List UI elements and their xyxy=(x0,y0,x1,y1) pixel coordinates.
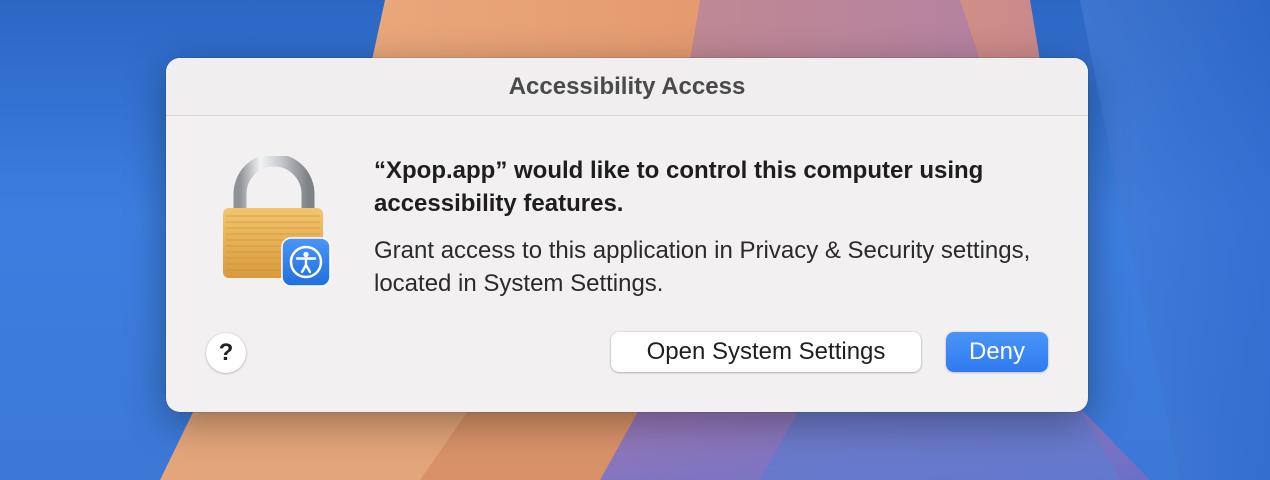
open-system-settings-button[interactable]: Open System Settings xyxy=(611,332,921,372)
help-button[interactable]: ? xyxy=(206,333,246,373)
help-icon: ? xyxy=(218,339,234,366)
lock-with-accessibility-badge-icon xyxy=(218,153,334,288)
deny-button[interactable]: Deny xyxy=(946,332,1048,372)
dialog-title: Accessibility Access xyxy=(508,72,746,100)
accessibility-access-dialog: Accessibility Access “Xpop.app” would li… xyxy=(166,58,1088,412)
dialog-message: Grant access to this application in Priv… xyxy=(374,237,1031,297)
dialog-heading: “Xpop.app” would like to control this co… xyxy=(374,157,984,217)
dialog-titlebar: Accessibility Access xyxy=(166,58,1088,116)
